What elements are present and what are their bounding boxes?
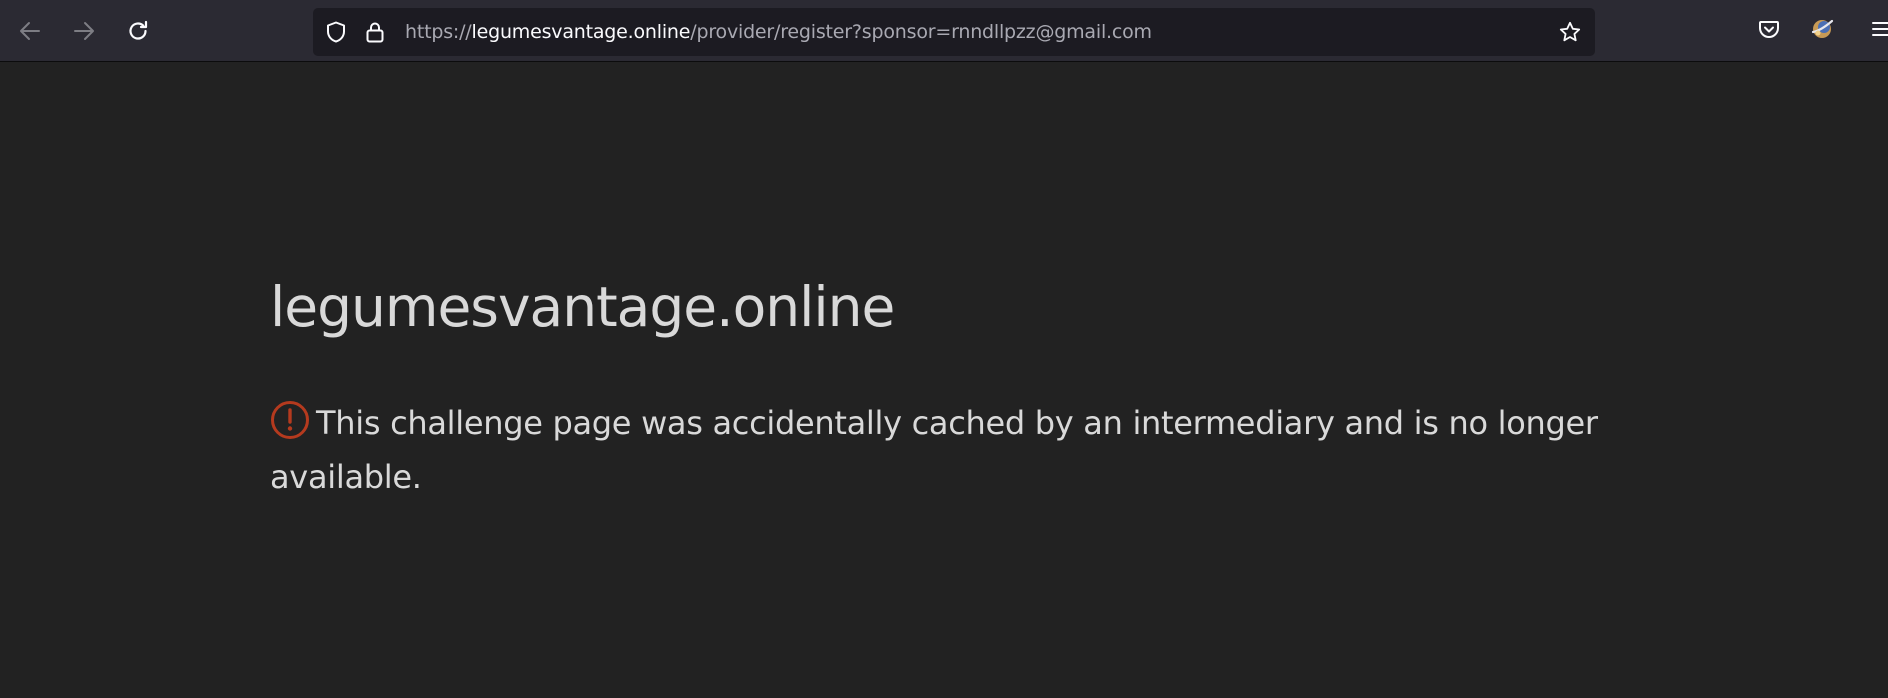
url-host: legumesvantage.online: [471, 21, 691, 43]
address-bar[interactable]: https://legumesvantage.online/provider/r…: [313, 8, 1595, 56]
error-message: This challenge page was accidentally cac…: [270, 396, 1630, 504]
hamburger-menu-icon: [1870, 18, 1888, 44]
reload-icon: [125, 18, 151, 44]
menu-button[interactable]: [1866, 16, 1888, 46]
error-message-text: This challenge page was accidentally cac…: [270, 404, 1598, 496]
back-button[interactable]: [12, 13, 48, 49]
reload-button[interactable]: [120, 13, 156, 49]
lock-icon[interactable]: [363, 20, 387, 44]
url-text[interactable]: https://legumesvantage.online/provider/r…: [405, 8, 1152, 56]
pocket-icon: [1757, 17, 1781, 45]
url-scheme: https://: [405, 21, 472, 43]
browser-toolbar: https://legumesvantage.online/provider/r…: [0, 0, 1888, 62]
shield-icon[interactable]: [324, 20, 348, 44]
extension-icon: [1809, 16, 1835, 46]
forward-button[interactable]: [66, 13, 102, 49]
extension-button[interactable]: [1807, 16, 1837, 46]
url-path: /provider/register?sponsor=rnndllpzz@gma…: [690, 21, 1152, 43]
arrow-right-icon: [71, 18, 97, 44]
star-icon[interactable]: [1558, 20, 1582, 44]
pocket-button[interactable]: [1754, 16, 1784, 46]
exclamation-circle-icon: [270, 400, 310, 440]
arrow-left-icon: [17, 18, 43, 44]
page-title: legumesvantage.online: [270, 275, 895, 339]
